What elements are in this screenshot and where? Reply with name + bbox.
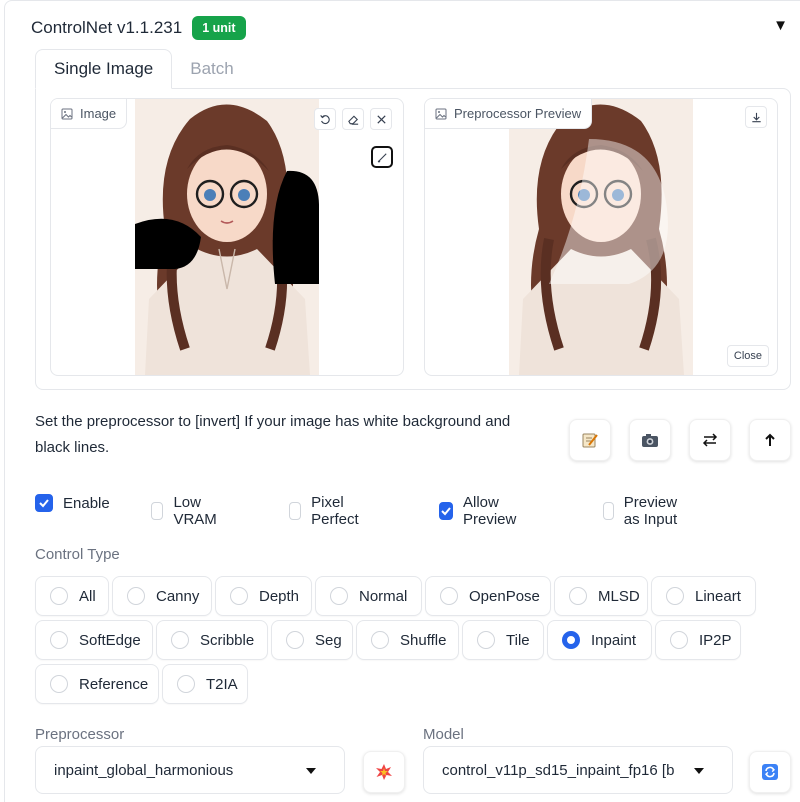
control-type-normal[interactable]: Normal [315, 576, 422, 616]
allow-preview-checkbox[interactable]: Allow Preview [439, 494, 520, 528]
low-vram-checkbox[interactable]: Low VRAM [151, 494, 222, 528]
single-image-tab-content: Image Preprocessor Preview Close [35, 88, 791, 390]
control-type-scribble[interactable]: Scribble [156, 620, 268, 660]
control-type-depth[interactable]: Depth [215, 576, 312, 616]
pixel-perfect-checkbox[interactable]: Pixel Perfect [289, 494, 365, 528]
control-type-inpaint[interactable]: Inpaint [547, 620, 652, 660]
control-type-softedge[interactable]: SoftEdge [35, 620, 153, 660]
preview-portrait-image [509, 99, 693, 375]
swap-arrows-icon[interactable] [689, 419, 731, 461]
preprocessor-preview-panel: Preprocessor Preview Close [424, 98, 778, 376]
panel-header[interactable]: ControlNet v1.1.231 1 unit [31, 13, 246, 43]
eraser-icon[interactable] [342, 108, 364, 130]
image-label: Image [51, 99, 128, 129]
tab-bar: Single Image Batch [35, 49, 252, 89]
control-type-lineart[interactable]: Lineart [651, 576, 756, 616]
close-icon[interactable] [370, 108, 392, 130]
control-type-all[interactable]: All [35, 576, 109, 616]
preprocessor-label: Preprocessor [35, 726, 125, 743]
chevron-down-icon [694, 768, 704, 774]
undo-icon[interactable] [314, 108, 336, 130]
camera-icon[interactable] [629, 419, 671, 461]
image-icon [61, 108, 73, 119]
tab-single-image[interactable]: Single Image [35, 49, 173, 89]
download-icon[interactable] [745, 106, 767, 128]
panel-title: ControlNet v1.1.231 [31, 18, 183, 37]
model-label: Model [423, 726, 464, 743]
send-dimensions-icon[interactable] [749, 419, 791, 461]
close-preview-button[interactable]: Close [726, 345, 769, 367]
control-type-reference[interactable]: Reference [35, 664, 159, 704]
chevron-down-icon [306, 768, 316, 774]
image-input-panel[interactable]: Image [50, 98, 404, 376]
refresh-models-icon[interactable] [749, 751, 791, 793]
control-type-shuffle[interactable]: Shuffle [356, 620, 459, 660]
model-select[interactable]: control_v11p_sd15_inpaint_fp16 [b [423, 746, 733, 794]
brush-icon[interactable] [371, 146, 393, 168]
control-type-t2ia[interactable]: T2IA [162, 664, 248, 704]
control-type-canny[interactable]: Canny [112, 576, 212, 616]
image-icon [435, 108, 447, 119]
edit-notepad-icon[interactable] [569, 419, 611, 461]
controlnet-panel: ControlNet v1.1.231 1 unit ▼ Single Imag… [4, 0, 800, 802]
preview-as-input-checkbox[interactable]: Preview as Input [603, 494, 684, 528]
control-type-seg[interactable]: Seg [271, 620, 353, 660]
control-type-ip2p[interactable]: IP2P [655, 620, 741, 660]
preprocessor-select[interactable]: inpaint_global_harmonious [35, 746, 345, 794]
preview-label: Preprocessor Preview [425, 99, 593, 129]
input-portrait-image [135, 99, 319, 375]
enable-checkbox[interactable]: Enable [35, 494, 110, 512]
control-type-mlsd[interactable]: MLSD [554, 576, 648, 616]
tab-batch[interactable]: Batch [172, 49, 251, 89]
unit-count-badge: 1 unit [192, 16, 246, 40]
control-type-tile[interactable]: Tile [462, 620, 544, 660]
control-type-label: Control Type [35, 546, 120, 563]
control-type-openpose[interactable]: OpenPose [425, 576, 551, 616]
collapse-triangle-icon[interactable]: ▼ [773, 17, 788, 34]
run-preprocessor-icon[interactable] [363, 751, 405, 793]
preprocessor-hint: Set the preprocessor to [invert] If your… [35, 413, 511, 456]
